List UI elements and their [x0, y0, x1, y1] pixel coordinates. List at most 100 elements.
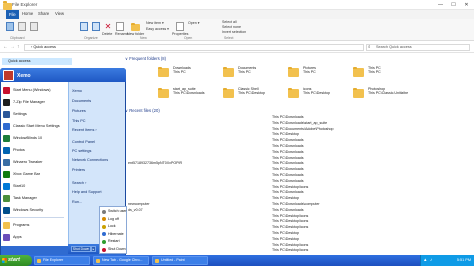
folder-location: This PC: [238, 70, 251, 75]
volume-icon[interactable]: ♪: [430, 257, 432, 262]
start-menu-place-item[interactable]: PC settings: [72, 149, 91, 153]
program-icon: [3, 99, 10, 106]
start-menu-program-item[interactable]: Windows Security: [1, 205, 68, 216]
new-item-button[interactable]: New item ▾: [146, 21, 164, 25]
start-menu-program-item[interactable]: Apps: [1, 232, 68, 243]
recent-file-path: This PC\Downloads: [272, 173, 304, 177]
start-menu-place-item[interactable]: Recent Items ›: [72, 128, 97, 132]
up-arrow-icon[interactable]: ↑: [17, 44, 20, 50]
shutdown-button[interactable]: Shut Down: [71, 246, 91, 252]
recent-file-path: This PC\Downloads: [272, 155, 304, 160]
folder-location: This PC: [173, 70, 186, 75]
start-menu-program-item[interactable]: Photos: [1, 145, 68, 156]
power-option[interactable]: Lock: [100, 223, 126, 230]
back-arrow-icon[interactable]: ←: [3, 44, 8, 50]
start-menu-place-item[interactable]: Run...: [72, 200, 82, 204]
start-menu-program-item[interactable]: Xbox Game Bar: [1, 169, 68, 180]
program-label: 7-Zip File Manager: [13, 100, 45, 104]
maximize-button[interactable]: ☐: [447, 0, 460, 10]
folder-location: This PC\Desktop: [238, 91, 265, 96]
recent-file-name[interactable]: ds_v0.07: [128, 208, 143, 212]
taskbar-button-label: New Tab - Google Chro...: [102, 258, 143, 262]
program-label: Start Menu (Windows): [13, 88, 51, 92]
new-folder-icon[interactable]: [131, 22, 140, 31]
group-organize: Organize: [84, 36, 98, 40]
network-icon[interactable]: ▴: [424, 257, 427, 263]
frequent-folder-item[interactable]: Downloads This PC: [173, 66, 191, 75]
forward-arrow-icon[interactable]: →: [10, 44, 15, 50]
power-option[interactable]: Switch user: [100, 208, 127, 215]
rename-icon[interactable]: [116, 22, 124, 31]
paste-icon[interactable]: [30, 22, 38, 31]
select-all-button[interactable]: Select all: [222, 20, 237, 24]
frequent-folder-item[interactable]: start_ap_suite This PC\Downloads: [173, 87, 205, 96]
shutdown-arrow-icon[interactable]: ▸: [91, 246, 96, 252]
recent-file-path: This PC\Downloads: [272, 161, 304, 166]
start-menu-program-item[interactable]: WindowBlinds 10: [1, 133, 68, 144]
recent-file-path: This PC\Desktop\icons: [272, 242, 309, 247]
start-menu-place-item[interactable]: Search ›: [72, 181, 86, 185]
start-menu-program-item[interactable]: 7-Zip File Manager: [1, 97, 68, 108]
start-menu-program-item[interactable]: Start10: [1, 181, 68, 192]
frequent-folders-header[interactable]: ∨ Frequent folders (8): [125, 56, 166, 61]
content-pane: [120, 54, 474, 254]
recent-file-name[interactable]: ent5718932736m5pNT0XxPOPIR: [128, 161, 182, 165]
folder-icon: [288, 87, 299, 98]
tab-share[interactable]: Share: [38, 11, 49, 16]
properties-icon[interactable]: [176, 22, 184, 31]
start-menu-program-item[interactable]: Task Manager: [1, 193, 68, 204]
copy-icon[interactable]: [18, 22, 26, 31]
tab-home[interactable]: Home: [22, 11, 33, 16]
recent-file-path: This PC\Desktop: [272, 132, 299, 137]
power-option-label: Lock: [108, 224, 116, 229]
frequent-folder-item[interactable]: Photoshop This PC\Classic.Unitizibe: [368, 87, 408, 96]
select-none-button[interactable]: Select none: [222, 25, 241, 29]
close-button[interactable]: ✕: [460, 0, 473, 10]
taskbar-button[interactable]: File Explorer: [34, 256, 90, 265]
recent-file-path: This PC\Downloads: [272, 138, 304, 143]
tab-file[interactable]: File: [6, 10, 19, 19]
start-menu-program-item[interactable]: Winaero Tweaker: [1, 157, 68, 168]
taskbar-button[interactable]: New Tab - Google Chro...: [93, 256, 149, 265]
frequent-folder-item[interactable]: icons This PC\Desktop: [303, 87, 330, 96]
address-input[interactable]: › Quick access: [24, 44, 364, 51]
tab-view[interactable]: View: [55, 11, 64, 16]
start-menu-place-item[interactable]: This PC: [72, 119, 86, 123]
start-menu-program-item[interactable]: Settings: [1, 109, 68, 120]
frequent-folder-item[interactable]: This PC This PC: [368, 66, 381, 75]
delete-icon[interactable]: ✕: [104, 22, 112, 31]
start-menu-place-item[interactable]: Network Connections: [72, 158, 108, 162]
program-icon: [3, 87, 10, 94]
power-option[interactable]: Log off: [100, 216, 126, 223]
power-option[interactable]: Hibernate: [100, 231, 126, 238]
recent-files-header[interactable]: ∨ Recent files (20): [125, 108, 160, 113]
start-menu-place-item[interactable]: Pictures: [72, 109, 86, 113]
start-menu-program-item[interactable]: Programs: [1, 220, 68, 231]
frequent-folder-item[interactable]: Pictures This PC: [303, 66, 316, 75]
open-button[interactable]: Open ▾: [188, 21, 200, 25]
power-option[interactable]: Restart: [100, 238, 126, 245]
start-menu-place-item[interactable]: Xemo: [72, 89, 82, 93]
recent-file-path: This PC\Desktop\icons: [272, 219, 309, 224]
start-menu-place-item[interactable]: Control Panel: [72, 140, 95, 144]
recent-file-name[interactable]: newcomputer: [128, 202, 150, 206]
taskbar-button[interactable]: Untitled - Paint: [152, 256, 208, 265]
move-to-icon[interactable]: [80, 22, 88, 31]
start-menu-program-item[interactable]: Classic Start Menu Settings: [1, 121, 68, 132]
start-menu-place-item[interactable]: Documents: [72, 99, 91, 103]
search-input[interactable]: Search Quick access: [366, 44, 470, 51]
copy-to-icon[interactable]: [92, 22, 100, 31]
start-menu-place-item[interactable]: Printers: [72, 168, 85, 172]
easy-access-button[interactable]: Easy access ▾: [146, 27, 169, 31]
start-menu-program-item[interactable]: Start Menu (Windows): [1, 85, 68, 96]
pin-icon[interactable]: [6, 22, 14, 31]
start-menu-place-item[interactable]: Help and Support: [72, 190, 102, 194]
minimize-button[interactable]: —: [434, 0, 447, 10]
power-option[interactable]: Shut Down: [100, 246, 126, 253]
frequent-folder-item[interactable]: Documents This PC: [238, 66, 256, 75]
window-title: File Explorer: [12, 2, 38, 7]
frequent-folder-item[interactable]: Classic Shell This PC\Desktop: [238, 87, 265, 96]
invert-selection-button[interactable]: Invert selection: [222, 30, 246, 34]
program-icon: [3, 171, 10, 178]
nav-quick-access[interactable]: Quick access: [2, 58, 72, 65]
